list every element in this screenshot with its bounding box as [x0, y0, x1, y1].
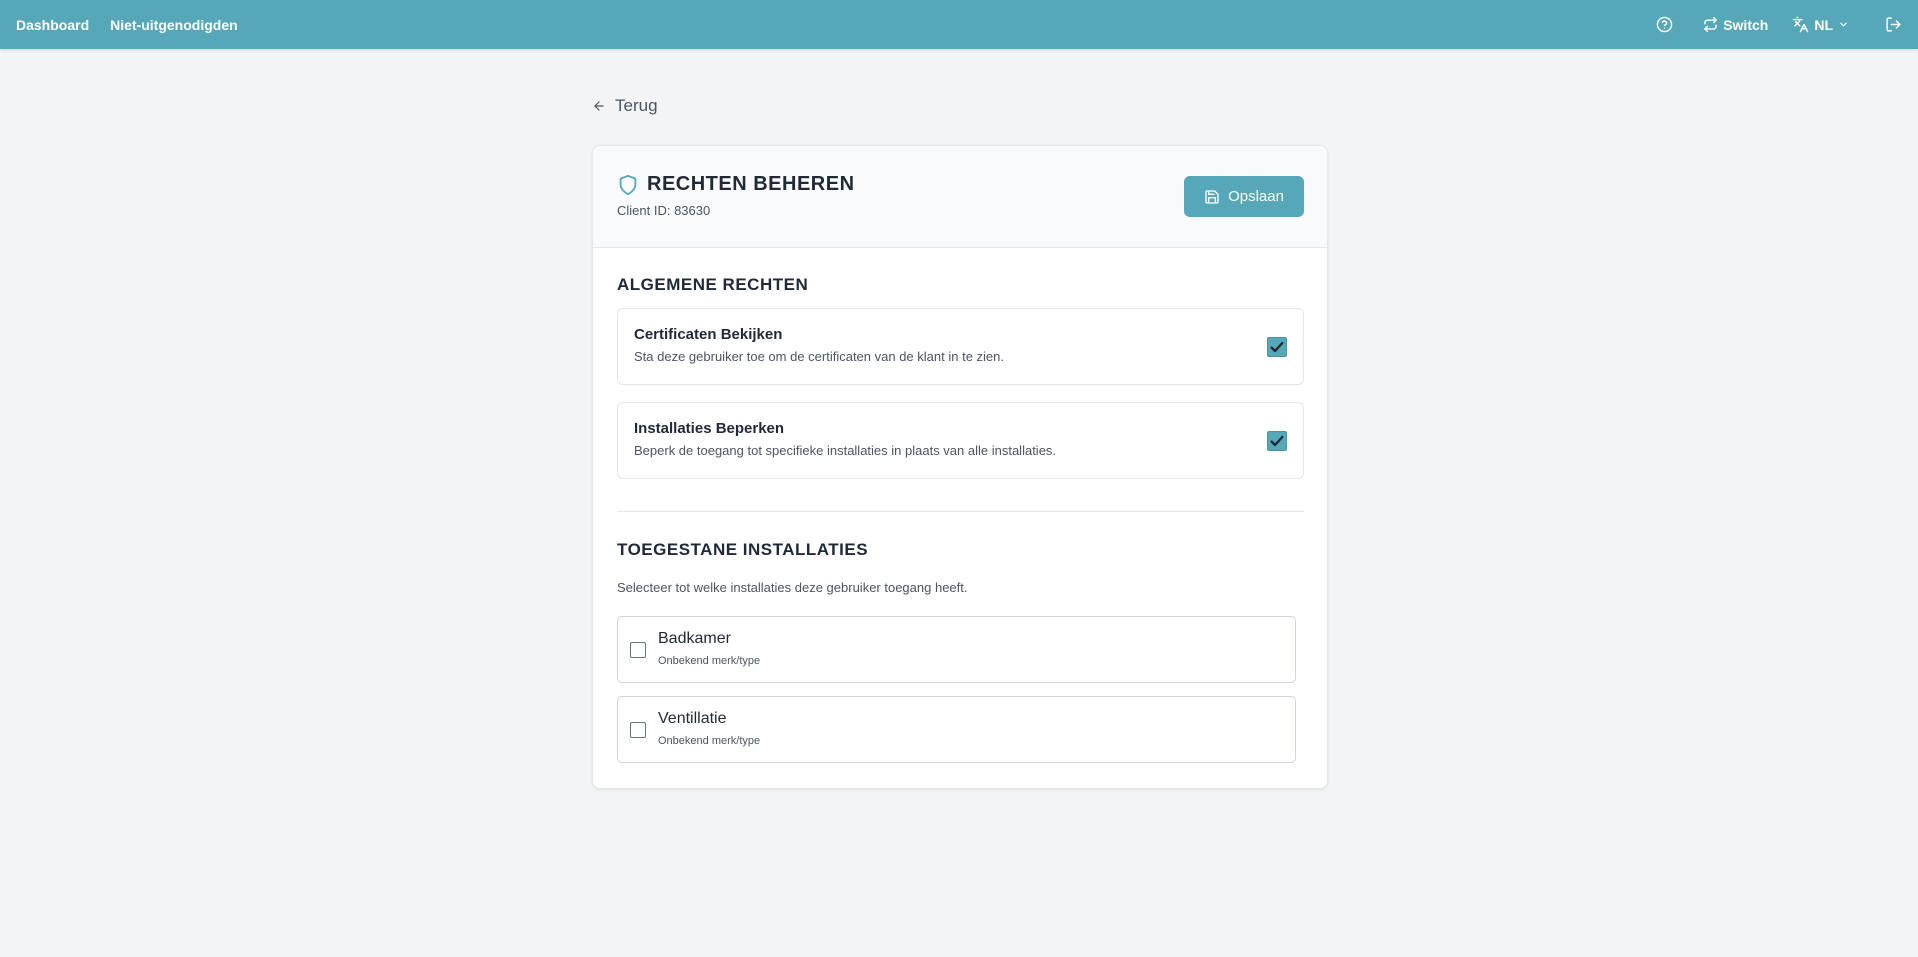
section-divider [617, 511, 1304, 512]
installations-description: Selecteer tot welke installaties deze ge… [617, 580, 968, 595]
installation-subtitle: Onbekend merk/type [658, 735, 761, 747]
permission-description: Beperk de toegang tot specifieke install… [634, 443, 1057, 458]
arrow-left-icon [594, 101, 604, 111]
page-title: RECHTEN BEHEREN [647, 173, 855, 195]
back-link[interactable]: Terug [592, 96, 658, 116]
language-selector[interactable]: NL [1792, 16, 1849, 33]
top-navbar: Dashboard Niet-uitgenodigden Switch NL [0, 0, 1918, 49]
check-icon [1270, 435, 1284, 447]
installation-subtitle: Onbekend merk/type [658, 655, 761, 667]
switch-button[interactable]: Switch [1703, 17, 1768, 33]
main-nav: Dashboard Niet-uitgenodigden [16, 17, 238, 33]
checkbox-certificaten[interactable] [1267, 337, 1287, 357]
language-label: NL [1814, 16, 1833, 33]
general-rights-title: ALGEMENE RECHTEN [617, 275, 809, 294]
help-circle-icon [1656, 16, 1673, 33]
card-title: RECHTEN BEHEREN [617, 173, 855, 196]
help-button[interactable] [1656, 16, 1673, 33]
permission-title: Certificaten Bekijken [634, 326, 783, 343]
installation-name: Ventillatie [658, 710, 727, 727]
allowed-installations-title: TOEGESTANE INSTALLATIES [617, 540, 869, 559]
checkbox-badkamer[interactable] [630, 642, 646, 658]
nav-dashboard[interactable]: Dashboard [16, 17, 89, 33]
save-button[interactable]: Opslaan [1184, 176, 1304, 217]
checkbox-ventillatie[interactable] [630, 722, 646, 738]
checkbox-installaties-beperken[interactable] [1267, 431, 1287, 451]
switch-arrows-icon [1704, 17, 1718, 32]
logout-icon [1886, 17, 1901, 32]
permission-item: Installaties Beperken Beperk de toegang … [617, 402, 1304, 479]
nav-niet-uitgenodigden[interactable]: Niet-uitgenodigden [110, 17, 238, 33]
switch-label: Switch [1723, 16, 1769, 33]
installation-name: Badkamer [658, 630, 731, 647]
back-label: Terug [615, 96, 658, 115]
client-id: Client ID: 83630 [617, 203, 711, 218]
nav-actions: Switch NL [1656, 16, 1902, 33]
translate-icon [1793, 16, 1809, 33]
card-header: RECHTEN BEHEREN Client ID: 83630 Opslaan [593, 146, 1327, 248]
permissions-card: RECHTEN BEHEREN Client ID: 83630 Opslaan… [592, 145, 1328, 789]
installation-item-ventillatie[interactable]: Ventillatie Onbekend merk/type [617, 696, 1296, 763]
save-label: Opslaan [1228, 188, 1284, 205]
permission-title: Installaties Beperken [634, 420, 785, 437]
permission-item: Certificaten Bekijken Sta deze gebruiker… [617, 308, 1304, 385]
save-icon [1205, 189, 1219, 204]
shield-icon [619, 174, 637, 195]
logout-button[interactable] [1885, 16, 1902, 33]
chevron-down-icon [1840, 22, 1847, 27]
installation-item-badkamer[interactable]: Badkamer Onbekend merk/type [617, 616, 1296, 683]
permission-description: Sta deze gebruiker toe om de certificate… [634, 349, 1004, 364]
check-icon [1270, 341, 1284, 353]
